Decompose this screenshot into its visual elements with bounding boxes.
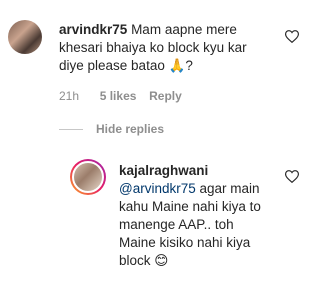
comment-body: arvindkr75 Mam aapne mere khesari bhaiya… (59, 21, 289, 75)
heart-outline-icon[interactable] (285, 170, 299, 183)
comment-likes[interactable]: 5 likes (100, 89, 137, 103)
heart-outline-icon[interactable] (285, 30, 299, 43)
avatar-story-ring[interactable] (70, 159, 106, 195)
comment-text-suffix: ? (185, 58, 193, 73)
emoji: 😊 (154, 253, 169, 268)
hide-replies-button[interactable]: Hide replies (96, 122, 164, 136)
reply-text-line4: Maine kisiko nahi kiya (119, 235, 251, 250)
reply-text-line1: agar main (195, 181, 260, 196)
reply-text-line5: block (119, 253, 151, 268)
mention-link[interactable]: @arvindkr75 (119, 181, 196, 196)
comment-text-line1: Mam aapne mere (131, 22, 237, 37)
reply-username[interactable]: kajalraghwani (119, 163, 208, 178)
comment-text-line2: khesari bhaiya ko block kyu kar (59, 40, 247, 55)
avatar[interactable] (8, 20, 42, 54)
avatar[interactable] (72, 161, 104, 193)
comment-username[interactable]: arvindkr75 (59, 22, 127, 37)
reply-text-line3: manenge AAP.. toh (119, 217, 234, 232)
reply-text-line2: kahu Maine nahi kiya to (119, 199, 261, 214)
comment-time: 21h (59, 89, 80, 103)
replies-divider (59, 129, 83, 130)
reply-button[interactable]: Reply (149, 89, 182, 103)
comment-text-line3: diye please batao (59, 58, 165, 73)
emoji: 🙏 (168, 58, 186, 73)
comment-meta: 21h 5 likes Reply (59, 89, 182, 103)
reply-body: kajalraghwani @arvindkr75 agar main kahu… (119, 162, 289, 270)
